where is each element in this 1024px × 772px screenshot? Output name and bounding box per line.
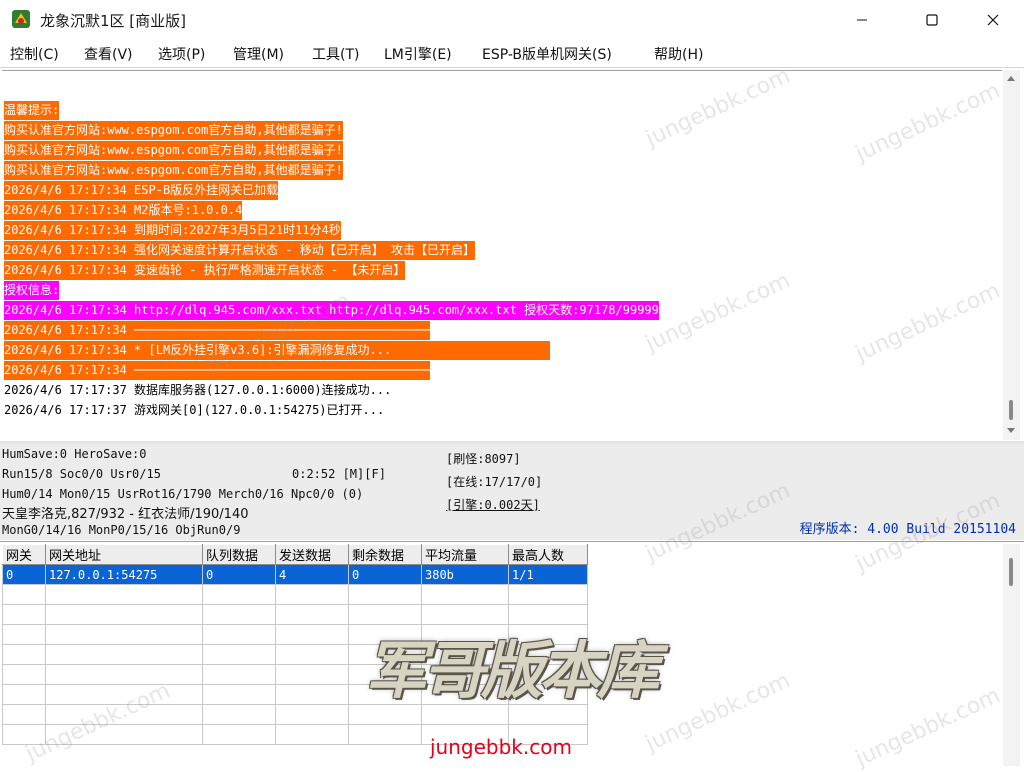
cell-avg-traffic: 380b bbox=[421, 564, 509, 585]
menu-lm-engine[interactable]: LM引擎(E) bbox=[384, 44, 452, 64]
cell-remaining: 0 bbox=[348, 564, 422, 585]
maximize-button[interactable] bbox=[909, 0, 955, 40]
scroll-down-arrow-icon[interactable] bbox=[1007, 428, 1015, 433]
menu-options[interactable]: 选项(P) bbox=[158, 44, 205, 64]
log-scrollbar[interactable] bbox=[1003, 70, 1020, 440]
col-max-users[interactable]: 最高人数 bbox=[508, 544, 588, 565]
status-refresh: [刷怪:8097] bbox=[446, 452, 521, 466]
watermark-logo-text: 军哥版本库 bbox=[365, 634, 659, 707]
col-queue[interactable]: 队列数据 bbox=[202, 544, 276, 565]
log-line: 2026/4/6 17:17:34 到期时间:2027年3月5日21时11分4秒 bbox=[4, 221, 341, 240]
log-line: 2026/4/6 17:17:34 ──────────────────────… bbox=[4, 321, 431, 340]
cell-address: 127.0.0.1:54275 bbox=[45, 564, 203, 585]
status-mon: MonG0/14/16 MonP0/15/16 ObjRun0/9 bbox=[2, 523, 241, 537]
log-line: 2026/4/6 17:17:34 强化网关速度计算开启状态 - 移动【已开启】… bbox=[4, 241, 475, 260]
cell-max-users: 1/1 bbox=[508, 564, 588, 585]
scroll-thumb[interactable] bbox=[1009, 400, 1013, 420]
scroll-up-arrow-icon[interactable] bbox=[1007, 76, 1015, 81]
app-icon bbox=[12, 10, 30, 28]
menu-help[interactable]: 帮助(H) bbox=[654, 44, 703, 64]
grid-scrollbar[interactable] bbox=[1003, 544, 1020, 766]
cell-sent: 4 bbox=[275, 564, 349, 585]
status-panel: HumSave:0 HeroSave:0 Run15/8 Soc0/0 Usr0… bbox=[0, 444, 1024, 540]
status-timer: 0:2:52 [M][F] bbox=[292, 467, 386, 481]
close-icon bbox=[987, 14, 999, 26]
log-line: 2026/4/6 17:17:37 游戏网关[0](127.0.0.1:5427… bbox=[4, 403, 385, 417]
log-line: 2026/4/6 17:17:34 变速齿轮 - 执行严格测速开启状态 - 【未… bbox=[4, 261, 406, 280]
menu-view[interactable]: 查看(V) bbox=[84, 44, 133, 64]
table-row[interactable]: 0 127.0.0.1:54275 0 4 0 380b 1/1 bbox=[2, 564, 588, 585]
status-hum: Hum0/14 Mon0/15 UsrRot16/1790 Merch0/16 … bbox=[2, 487, 364, 501]
col-avg-traffic[interactable]: 平均流量 bbox=[421, 544, 509, 565]
status-player: 天皇李洛克,827/932 - 红衣法师/190/140 bbox=[2, 507, 249, 522]
title-bar: 龙象沉默1区 [商业版] bbox=[0, 0, 1024, 40]
grid-scroll-thumb[interactable] bbox=[1009, 558, 1013, 586]
log-panel[interactable]: 温馨提示: 购买认准官方网站:www.espgom.com官方自助,其他都是骗子… bbox=[2, 70, 1002, 441]
log-line: 购买认准官方网站:www.espgom.com官方自助,其他都是骗子! bbox=[4, 141, 343, 160]
log-line: 购买认准官方网站:www.espgom.com官方自助,其他都是骗子! bbox=[4, 121, 343, 140]
watermark-site: jungebbk.com bbox=[430, 735, 572, 759]
status-online: [在线:17/17/0] bbox=[446, 475, 543, 489]
menu-control[interactable]: 控制(C) bbox=[10, 44, 59, 64]
maximize-icon bbox=[926, 14, 938, 26]
log-line: 2026/4/6 17:17:34 http://dlq.945.com/xxx… bbox=[4, 301, 659, 320]
log-line: 授权信息: bbox=[4, 281, 60, 300]
log-line: 2026/4/6 17:17:34 ESP-B版反外挂网关已加载 bbox=[4, 181, 279, 200]
status-run: Run15/8 Soc0/0 Usr0/15 bbox=[2, 467, 161, 481]
cell-gateway: 0 bbox=[2, 564, 46, 585]
col-sent[interactable]: 发送数据 bbox=[275, 544, 349, 565]
version-label: 程序版本: 4.00 Build 20151104 bbox=[799, 522, 1016, 537]
log-line: 2026/4/6 17:17:34 ──────────────────────… bbox=[4, 361, 431, 380]
col-address[interactable]: 网关地址 bbox=[45, 544, 203, 565]
watermark-logo: 军哥版本库 bbox=[365, 620, 659, 720]
col-gateway[interactable]: 网关 bbox=[2, 544, 46, 565]
status-save: HumSave:0 HeroSave:0 bbox=[2, 447, 147, 461]
minimize-icon bbox=[857, 19, 867, 21]
log-line: 温馨提示: bbox=[4, 101, 60, 120]
table-header-row: 网关 网关地址 队列数据 发送数据 剩余数据 平均流量 最高人数 bbox=[2, 544, 588, 565]
cell-queue: 0 bbox=[202, 564, 276, 585]
log-line: 购买认准官方网站:www.espgom.com官方自助,其他都是骗子! bbox=[4, 161, 343, 180]
col-remaining[interactable]: 剩余数据 bbox=[348, 544, 422, 565]
menu-tools[interactable]: 工具(T) bbox=[312, 44, 359, 64]
menu-bar: 控制(C) 查看(V) 选项(P) 管理(M) 工具(T) LM引擎(E) ES… bbox=[0, 40, 1024, 68]
log-line: 2026/4/6 17:17:37 数据库服务器(127.0.0.1:6000)… bbox=[4, 383, 392, 397]
menu-esp-gateway[interactable]: ESP-B版单机网关(S) bbox=[482, 44, 612, 64]
status-engine[interactable]: [引擎:0.002天] bbox=[446, 496, 540, 513]
window-title: 龙象沉默1区 [商业版] bbox=[40, 12, 187, 30]
table-row-empty bbox=[2, 584, 588, 605]
minimize-button[interactable] bbox=[839, 0, 885, 40]
menu-manage[interactable]: 管理(M) bbox=[233, 44, 284, 64]
close-button[interactable] bbox=[970, 0, 1016, 40]
log-line: 2026/4/6 17:17:34 M2版本号:1.0.0.4 bbox=[4, 201, 243, 220]
log-line: 2026/4/6 17:17:34 * [LM反外挂引擎v3.6]:引擎漏洞修复… bbox=[4, 341, 551, 360]
